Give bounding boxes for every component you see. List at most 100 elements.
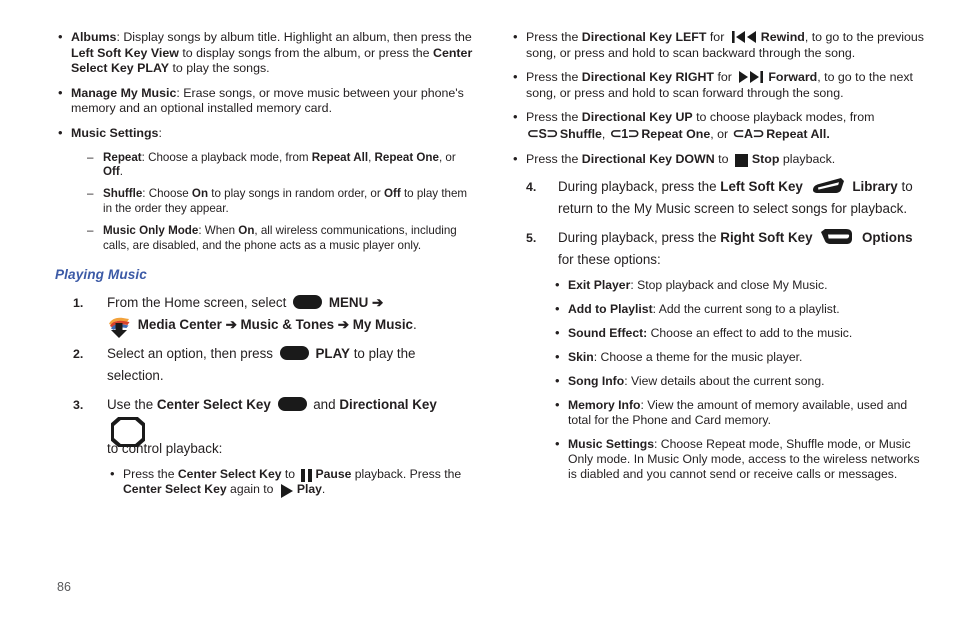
repeat-all-label: Repeat All. [766,126,830,141]
step-1: 1. From the Home screen, select MENU ➔ M… [55,292,475,339]
bullet-text: : [158,126,161,140]
emphasis-text: On [238,224,255,238]
step-text: During playback, press the [558,230,717,246]
step-3: 3. Use the Center Select Key and Directi… [55,394,475,460]
options-list: Exit Player: Stop playback and close My … [552,277,930,482]
repeat-all-glyph-letter: A [744,126,753,141]
emphasis-text: Repeat All [311,150,369,164]
sub-list-item: Shuffle: Choose On to play songs in rand… [87,187,475,216]
library-label: Library [852,179,898,195]
center-select-key-label: Center Select Key [156,397,271,412]
text: Press the [526,151,582,166]
emphasis-text: Repeat One [374,150,439,164]
menu-path-media-center: Media Center [137,317,222,332]
text: playback. Press the [351,467,462,481]
list-item: Skin: Choose a theme for the music playe… [552,349,930,365]
repeat-one-icon: ⊂1⊃ [609,124,640,141]
list-item: Press the Directional Key DOWN to Stop p… [510,151,930,168]
step-text: Use the [107,397,154,412]
list-item: Manage My Music: Erase songs, or move mu… [55,85,475,117]
left-soft-key-label: Left Soft Key [720,179,803,195]
option-label: Exit Player [568,278,631,293]
step-2: 2. Select an option, then press PLAY to … [55,343,475,387]
list-item: Add to Playlist: Add the current song to… [552,301,930,317]
sub-bullet-text: : Choose On to play songs in random orde… [103,187,467,214]
text: to [281,467,299,481]
option-label: Music Settings [568,437,655,452]
arrow-icon: ➔ [337,317,349,332]
page-number: 86 [57,580,71,594]
step-number: 5. [526,231,537,246]
bullet-text: : Display songs by album title. Highligh… [71,30,472,75]
center-select-key-icon [293,295,323,310]
body-text: , or [438,150,456,164]
step-3-sublist: Press the Center Select Key to Pause pla… [107,466,475,499]
section-heading: Playing Music [55,267,147,282]
step-text-mid: and [313,397,336,412]
center-select-key-icon [277,397,307,412]
center-select-key-icon [279,346,309,361]
right-column: Press the Directional Key LEFT for Rewin… [510,29,930,491]
step-4: 4. During playback, press the Left Soft … [510,176,930,220]
bullet-label: Albums [71,30,117,44]
sub-list-item: Repeat: Choose a playback mode, from Rep… [87,151,475,180]
emphasis-text: Off [103,164,120,178]
bullet-label: Manage My Music [71,85,177,100]
arrow-icon: ➔ [225,317,237,332]
body-text: : Choose a playback mode, from [141,150,312,164]
body-text: : [158,125,162,140]
right-soft-key-icon [820,228,854,252]
option-desc: Choose an effect to add to the music. [647,326,853,341]
step-number: 3. [73,398,84,412]
sep: , [601,126,606,141]
play-icon [280,484,293,499]
directional-key-left-label: Directional Key LEFT [581,30,707,44]
directional-key-down-label: Directional Key DOWN [581,151,715,166]
sub-bullet-text: : Choose a playback mode, from Repeat Al… [103,151,456,178]
body-text: to play songs in random order, or [208,187,384,201]
option-desc: : View details about the current song. [624,374,825,389]
list-item: Press the Directional Key LEFT for Rewin… [510,29,930,61]
option-desc: : Choose a theme for the music player. [593,350,803,365]
text: for [706,30,728,44]
list-item: Music Settings: Choose Repeat mode, Shuf… [552,436,930,482]
sub-bullet-label: Music Only Mode [103,224,199,238]
menu-path-music-and-tones: Music & Tones [240,317,335,332]
center-select-key-label: Center Select Key [123,482,227,496]
option-label: Song Info [568,374,625,389]
list-item: Exit Player: Stop playback and close My … [552,277,930,293]
directional-key-up-label: Directional Key UP [581,110,693,125]
text: to [714,151,732,166]
option-desc: : Stop playback and close My Music. [630,278,828,293]
repeat-one-label: Repeat One [641,126,711,141]
text: playback. [779,151,836,166]
emphasis-text: Left Soft Key View [71,45,179,60]
step-text: During playback, press the [558,179,717,195]
option-label: Memory Info [568,398,641,413]
bullet-label: Music Settings [71,125,159,140]
menu-label: MENU [328,295,369,310]
step-5: 5. During playback, press the Right Soft… [510,227,930,271]
emphasis-text: On [191,187,209,201]
emphasis-text: Off [383,187,401,201]
sub-bullet-label: Repeat [103,150,142,164]
list-item: Press the Directional Key UP to choose p… [510,109,930,142]
step-text: From the Home screen, select [107,295,287,310]
period: . [413,317,417,332]
repeat-all-icon: ⊂A⊃ [732,124,765,141]
rewind-label: Rewind [760,30,805,44]
sub-bullet-label: Shuffle [103,187,143,201]
directional-key-label: Directional Key [339,397,437,412]
left-column: Albums: Display songs by album title. Hi… [55,29,475,506]
text: again to [226,482,277,496]
step-number: 1. [73,296,84,310]
step-text-cont: for these options: [558,252,661,268]
option-label: Skin [568,350,594,365]
arrow-icon: ➔ [372,295,384,310]
text: Press the [526,70,582,85]
pause-label: Pause [315,467,352,481]
forward-label: Forward [768,70,818,85]
body-text: to play the songs. [169,61,270,76]
text: . [321,482,326,496]
directional-key-right-label: Directional Key RIGHT [581,70,714,85]
